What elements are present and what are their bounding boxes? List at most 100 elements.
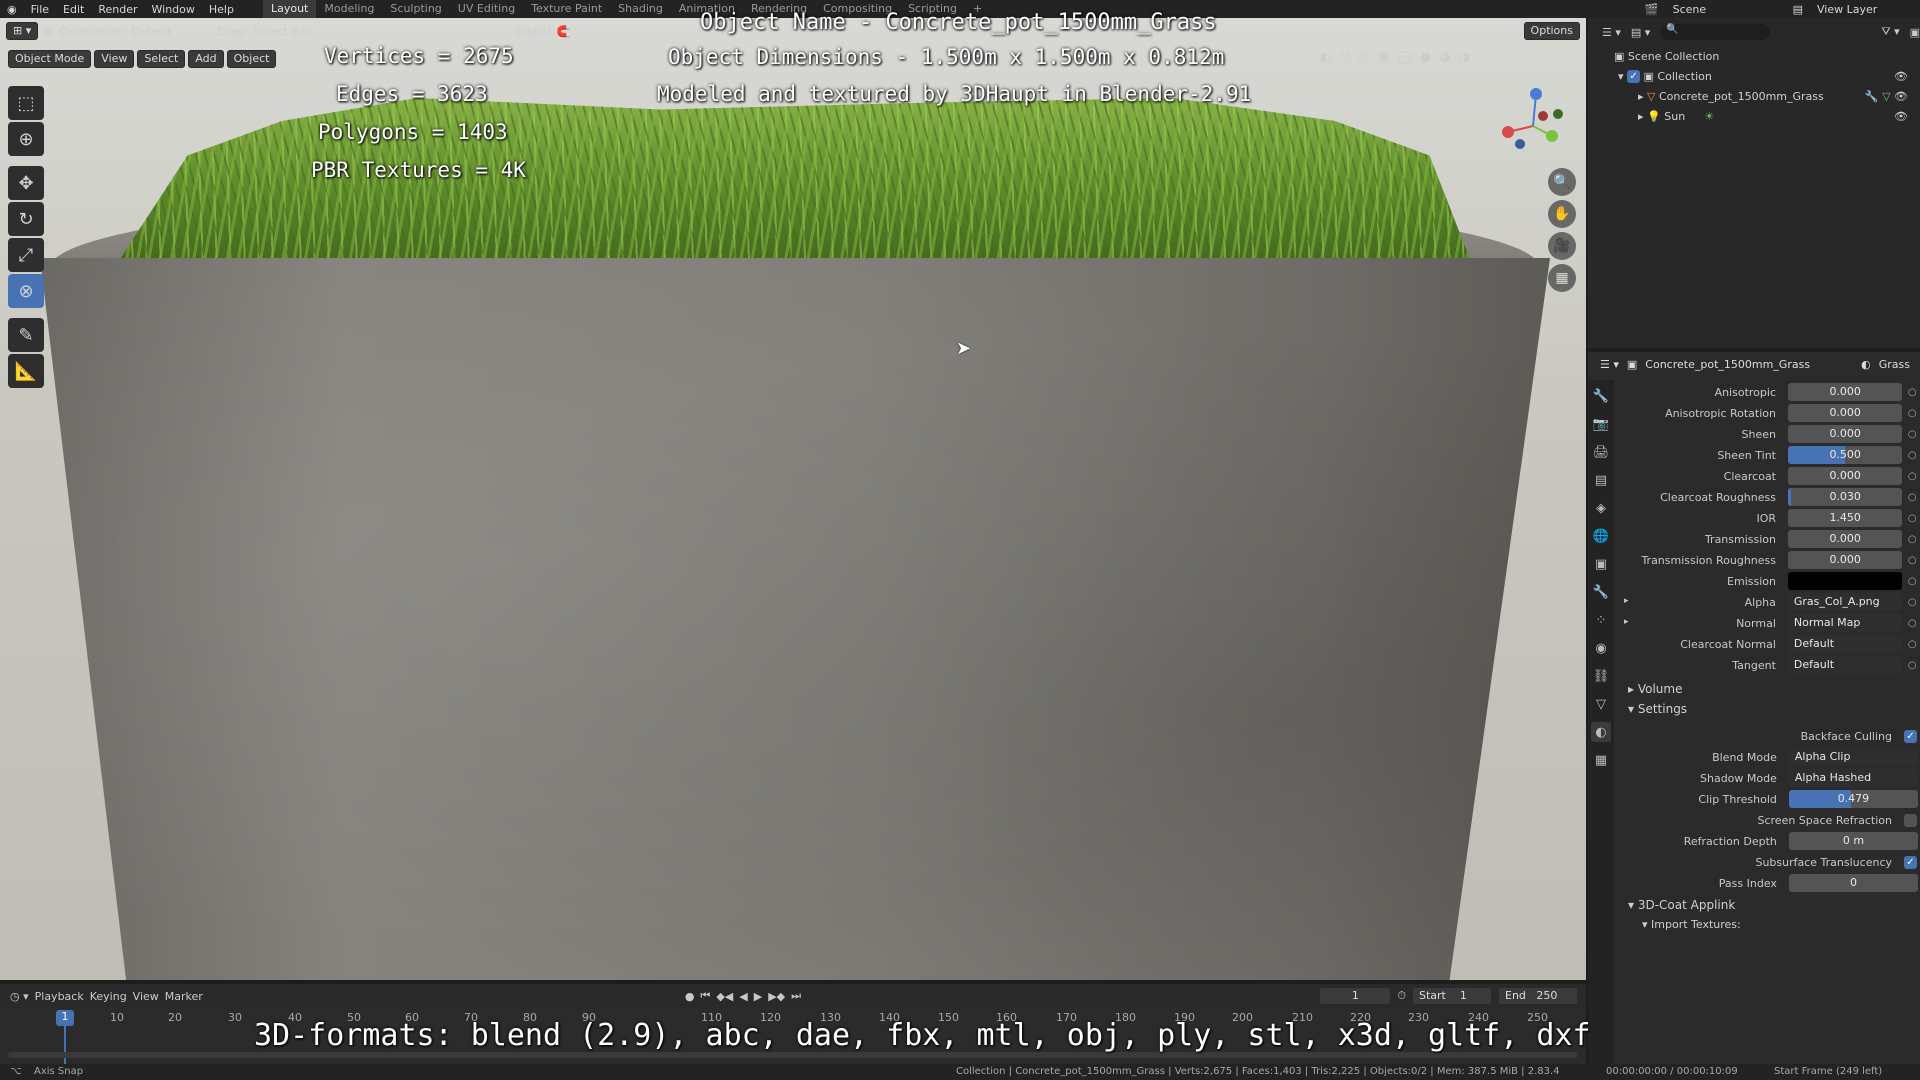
transmission-field[interactable]: 0.000	[1788, 530, 1903, 548]
keying-menu[interactable]: Keying	[90, 990, 127, 1003]
visibility-icon[interactable]: ◐	[1320, 50, 1331, 65]
keyframe-dot-icon[interactable]: ○	[1906, 618, 1918, 629]
keyframe-dot-icon[interactable]: ○	[1906, 408, 1918, 419]
transform-tool-icon[interactable]: ⊗	[8, 274, 44, 308]
object-tab-icon[interactable]: ▣	[1591, 554, 1611, 574]
keyframe-dot-icon[interactable]: ○	[1906, 639, 1918, 650]
current-frame-field[interactable]: 1	[1319, 987, 1392, 1005]
rotate-tool-icon[interactable]: ↻	[8, 202, 44, 236]
axis-gizmo-icon[interactable]	[1498, 86, 1568, 156]
settings-panel-header[interactable]: ▾ Settings	[1628, 702, 1687, 716]
keyframe-dot-icon[interactable]: ○	[1906, 450, 1918, 461]
object-row[interactable]: ▸ ▽ Concrete_pot_1500mm_Grass 🔧 ▽ 👁	[1588, 86, 1920, 106]
mode-dropdown[interactable]: Object Mode	[8, 50, 92, 68]
stopwatch-icon[interactable]: ⏱	[1397, 989, 1406, 1003]
timeline-view-menu[interactable]: View	[133, 990, 159, 1003]
anisotropic-field[interactable]: 0.000	[1788, 383, 1903, 401]
tangent-link[interactable]: Default	[1787, 656, 1903, 674]
menu-file[interactable]: File	[24, 3, 56, 16]
keyframe-dot-icon[interactable]: ○	[1906, 387, 1918, 398]
menu-edit[interactable]: Edit	[56, 3, 91, 16]
tab-texture-paint[interactable]: Texture Paint	[523, 0, 610, 18]
object-menu[interactable]: Object	[226, 50, 277, 68]
outliner-editor-icon[interactable]: ☰ ▾	[1602, 26, 1621, 39]
perspective-grid-icon[interactable]: ▦	[1548, 264, 1576, 292]
transform-orientation-dropdown[interactable]: Global	[516, 25, 551, 38]
keyframe-dot-icon[interactable]: ○	[1906, 513, 1918, 524]
keyframe-dot-icon[interactable]: ○	[1906, 555, 1918, 566]
overlay-icon[interactable]: ◎	[1358, 50, 1369, 65]
expand-arrow-icon[interactable]: ▸	[1638, 90, 1647, 103]
marker-menu[interactable]: Marker	[165, 990, 203, 1003]
timeline-editor-icon[interactable]: ◷ ▾	[10, 990, 29, 1003]
blend-mode-dropdown[interactable]: Alpha Clip	[1788, 748, 1918, 766]
expand-arrow-icon[interactable]: ▸	[1618, 617, 1629, 627]
applink-panel-header[interactable]: ▾ 3D-Coat Applink	[1628, 898, 1735, 912]
ior-field[interactable]: 1.450	[1788, 509, 1903, 527]
material-tab-icon[interactable]: ◐	[1591, 722, 1611, 742]
tab-shading[interactable]: Shading	[610, 0, 671, 18]
pass-index-field[interactable]: 0	[1788, 874, 1918, 892]
collection-row[interactable]: ▾ ✓ ▣ Collection 👁	[1588, 66, 1920, 86]
rendered-shading-icon[interactable]: ◑	[1459, 50, 1470, 65]
tool-tab-icon[interactable]: 🔧	[1591, 386, 1611, 406]
gizmo-icon[interactable]: ⤧	[1339, 50, 1349, 65]
clip-threshold-slider[interactable]: 0.479	[1788, 790, 1918, 808]
object-visibility-eye-icon[interactable]: 👁	[1894, 90, 1920, 103]
editor-type-button[interactable]: ⊞ ▾	[6, 22, 39, 40]
particles-tab-icon[interactable]: ⁘	[1591, 610, 1611, 630]
sss-checkbox[interactable]: ✓	[1904, 855, 1917, 869]
material-shading-icon[interactable]: ◕	[1439, 50, 1450, 65]
expand-arrow-icon[interactable]: ▸	[1618, 596, 1629, 606]
start-frame-field[interactable]: Start 1	[1412, 987, 1492, 1005]
import-textures-header[interactable]: ▾ Import Textures:	[1642, 918, 1741, 931]
keyframe-dot-icon[interactable]: ○	[1906, 597, 1918, 608]
shadow-mode-dropdown[interactable]: Alpha Hashed	[1788, 769, 1918, 787]
sheen-field[interactable]: 0.000	[1788, 425, 1903, 443]
menu-render[interactable]: Render	[91, 3, 144, 16]
record-icon[interactable]: ●	[685, 990, 695, 1003]
next-keyframe-icon[interactable]: ▶◆	[768, 990, 785, 1003]
transmission-roughness-field[interactable]: 0.000	[1788, 551, 1903, 569]
output-tab-icon[interactable]: 🖨	[1591, 442, 1611, 462]
collection-exclude-checkbox[interactable]: ✓	[1627, 69, 1641, 83]
expand-arrow-icon[interactable]: ▸	[1638, 110, 1647, 123]
zoom-icon[interactable]: 🔍	[1548, 168, 1576, 196]
keyframe-dot-icon[interactable]: ○	[1906, 576, 1918, 587]
prev-keyframe-icon[interactable]: ◆◀	[716, 990, 733, 1003]
view-layer-tab-icon[interactable]: ▤	[1591, 470, 1611, 490]
scale-tool-icon[interactable]: ⤢	[8, 238, 44, 272]
transform-pivot-icon[interactable]: ⊛	[44, 25, 53, 38]
orientation-dropdown[interactable]: Default	[131, 25, 211, 38]
cursor-tool-icon[interactable]: ⊕	[8, 122, 44, 156]
texture-tab-icon[interactable]: ▦	[1591, 750, 1611, 770]
anisotropic-rotation-field[interactable]: 0.000	[1788, 404, 1903, 422]
display-mode-icon[interactable]: ▤ ▾	[1631, 26, 1650, 39]
select-menu[interactable]: Select	[137, 50, 186, 68]
sun-row[interactable]: ▸ 💡 Sun ☀ 👁	[1588, 106, 1920, 126]
data-tab-icon[interactable]: ▽	[1591, 694, 1611, 714]
new-collection-icon[interactable]: ▣	[1910, 26, 1920, 39]
end-frame-field[interactable]: End 250	[1498, 987, 1578, 1005]
playhead[interactable]: 1	[56, 1010, 74, 1026]
blender-logo-icon[interactable]: ◉	[0, 3, 24, 16]
filter-icon[interactable]: ⛛ ▾	[1881, 25, 1899, 39]
render-tab-icon[interactable]: 📷	[1591, 414, 1611, 434]
view-layer-icon[interactable]: ▤	[1786, 3, 1810, 16]
alpha-texture-link[interactable]: Gras_Col_A.png	[1787, 593, 1903, 611]
physics-tab-icon[interactable]: ◉	[1591, 638, 1611, 658]
refraction-depth-field[interactable]: 0 m	[1788, 832, 1918, 850]
constraints-tab-icon[interactable]: ⛓	[1591, 666, 1611, 686]
expand-arrow-icon[interactable]: ▾	[1618, 70, 1627, 83]
keyframe-dot-icon[interactable]: ○	[1906, 492, 1918, 503]
properties-editor-icon[interactable]: ☰ ▾	[1600, 358, 1619, 371]
view-layer-name[interactable]: View Layer	[1810, 3, 1920, 16]
keyframe-dot-icon[interactable]: ○	[1906, 534, 1918, 545]
outliner-search-icon[interactable]: 🔍	[1660, 24, 1771, 40]
move-tool-icon[interactable]: ✥	[8, 166, 44, 200]
keyframe-dot-icon[interactable]: ○	[1906, 660, 1918, 671]
play-icon[interactable]: ▶	[754, 990, 762, 1003]
wireframe-shading-icon[interactable]: ◯	[1397, 50, 1412, 65]
collection-visibility-eye-icon[interactable]: 👁	[1894, 70, 1920, 83]
scene-collection-row[interactable]: ▣ Scene Collection	[1588, 46, 1920, 66]
